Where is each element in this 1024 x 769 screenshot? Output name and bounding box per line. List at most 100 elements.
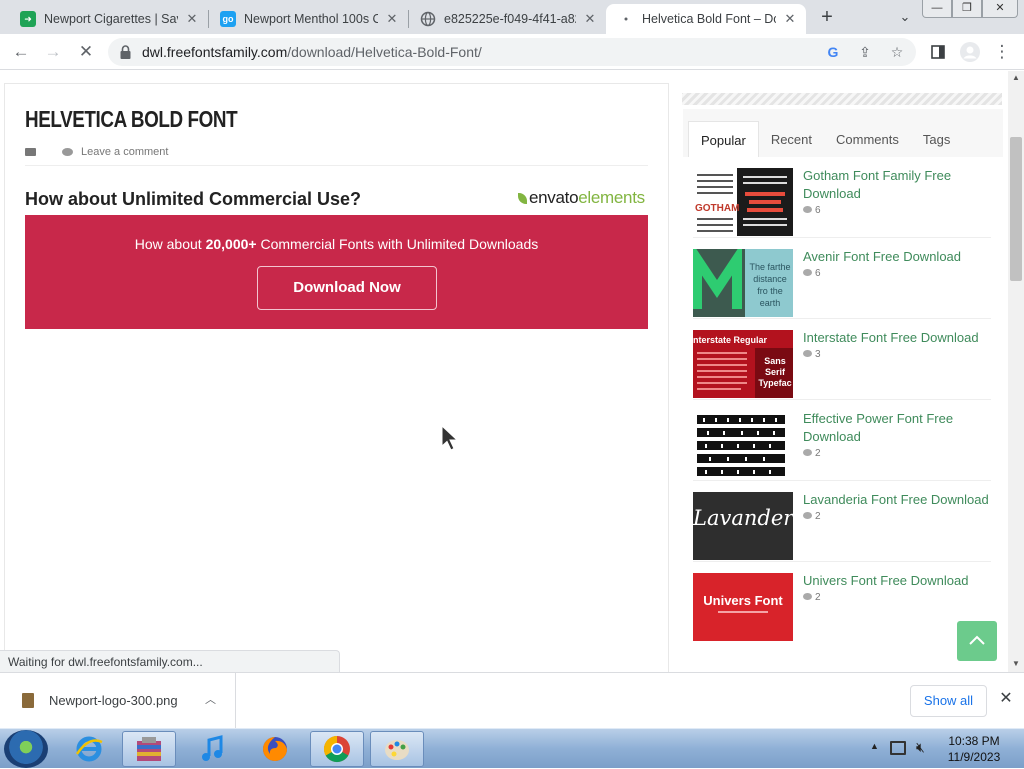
chrome-taskbar-icon[interactable]: [310, 731, 364, 767]
scroll-up-arrow-icon[interactable]: ▲: [1008, 71, 1024, 85]
volume-muted-icon[interactable]: 🔇︎: [916, 739, 925, 756]
chrome-menu-icon[interactable]: ⋮: [990, 40, 1014, 64]
lavanderia-thumb-text: Lavanderia: [693, 506, 793, 530]
restore-button[interactable]: ❐: [952, 0, 982, 18]
tab-popular[interactable]: Popular: [688, 121, 759, 157]
list-item[interactable]: Effective Power Font Free Download 2: [693, 400, 991, 481]
download-item[interactable]: Newport-logo-300.png ︿: [0, 673, 236, 729]
mouse-cursor-icon: [441, 425, 459, 451]
interstate-thumbnail[interactable]: nterstate Regular Sans Serif Typefac: [693, 330, 793, 398]
tab-recent[interactable]: Recent: [759, 121, 824, 157]
sidebar-tabs: Popular Recent Comments Tags: [688, 121, 962, 157]
page-title: HELVETICA BOLD FONT: [25, 106, 238, 132]
vertical-scrollbar[interactable]: ▲ ▼: [1008, 71, 1024, 672]
profile-avatar-icon[interactable]: [958, 40, 982, 64]
close-icon[interactable]: ✕: [582, 11, 598, 27]
browser-toolbar: ← → ✕ dwl.freefontsfamily.com/download/H…: [0, 34, 1024, 70]
chevron-up-icon: [969, 635, 985, 645]
scroll-to-top-button[interactable]: [957, 621, 997, 661]
post-link[interactable]: Effective Power Font Free Download: [803, 410, 993, 446]
download-now-button[interactable]: Download Now: [257, 266, 437, 310]
tab-title: Helvetica Bold Font – Do: [642, 12, 776, 26]
close-icon[interactable]: ✕: [782, 11, 798, 27]
stop-loading-button[interactable]: ✕: [74, 40, 98, 64]
forward-button[interactable]: →: [41, 40, 65, 64]
list-item[interactable]: GOTHAM Gotham Font Family Free Download …: [693, 157, 991, 238]
close-icon[interactable]: ✕: [996, 689, 1016, 709]
banner-count: 20,000+: [205, 236, 257, 252]
show-all-button[interactable]: Show all: [910, 685, 987, 717]
close-icon[interactable]: ✕: [184, 11, 200, 27]
scroll-down-arrow-icon[interactable]: ▼: [1008, 657, 1024, 671]
tab-comments[interactable]: Comments: [824, 121, 911, 157]
side-panel-icon[interactable]: [926, 40, 950, 64]
list-item[interactable]: The farthe distance fro the earth Avenir…: [693, 238, 991, 319]
univers-thumbnail[interactable]: Univers Font: [693, 573, 793, 641]
windows-taskbar: ▲ 🔇︎ 10:38 PM 11/9/2023: [0, 728, 1024, 768]
download-filename: Newport-logo-300.png: [49, 693, 178, 708]
tab-helvetica-bold[interactable]: Helvetica Bold Font – Do ✕: [606, 4, 806, 34]
lavanderia-thumbnail[interactable]: Lavanderia: [693, 492, 793, 560]
comment-count-value: 2: [815, 511, 821, 522]
close-icon[interactable]: ✕: [384, 11, 400, 27]
envato-elements-logo[interactable]: envatoelements: [518, 188, 645, 208]
promo-banner[interactable]: How about 20,000+ Commercial Fonts with …: [25, 215, 648, 329]
url-text[interactable]: dwl.freefontsfamily.com/download/Helveti…: [142, 44, 482, 60]
address-bar[interactable]: dwl.freefontsfamily.com/download/Helveti…: [108, 38, 916, 66]
start-button[interactable]: [4, 730, 48, 768]
gotham-thumb-text: GOTHAM: [695, 203, 739, 214]
internet-explorer-icon[interactable]: [62, 731, 116, 767]
tab-search-chevron-icon[interactable]: ⌄: [894, 6, 916, 28]
google-translate-icon[interactable]: G: [824, 43, 842, 61]
effective-power-thumbnail[interactable]: [693, 411, 793, 479]
firefox-icon[interactable]: [248, 731, 302, 767]
back-button[interactable]: ←: [9, 40, 33, 64]
bookmark-star-icon[interactable]: ☆: [888, 43, 906, 61]
avenir-thumbnail[interactable]: The farthe distance fro the earth: [693, 249, 793, 317]
envato-suffix: elements: [578, 188, 645, 207]
window-controls: — ❐ ✕: [922, 0, 1018, 18]
tab-tags[interactable]: Tags: [911, 121, 962, 157]
itunes-icon[interactable]: [186, 731, 240, 767]
avenir-thumb-text: The farthe distance fro the earth: [749, 262, 791, 308]
list-item[interactable]: nterstate Regular Sans Serif Typefac Int…: [693, 319, 991, 400]
article-card: [4, 83, 669, 672]
tray-expand-icon[interactable]: ▲: [870, 741, 879, 751]
archive-app-icon[interactable]: [122, 731, 176, 767]
leave-comment-link[interactable]: Leave a comment: [81, 146, 168, 158]
url-path: /download/Helvetica-Bold-Font/: [287, 44, 482, 60]
go-favicon-icon: go: [220, 11, 236, 27]
lock-icon[interactable]: [120, 45, 131, 59]
new-tab-button[interactable]: +: [814, 6, 840, 28]
share-icon[interactable]: ⇪: [856, 43, 874, 61]
window-close-button[interactable]: ✕: [982, 0, 1018, 18]
tab-uuid[interactable]: e825225e-f049-4f41-a82 ✕: [408, 4, 606, 34]
post-link[interactable]: Interstate Font Free Download: [803, 329, 993, 347]
list-item[interactable]: Lavanderia Lavanderia Font Free Download…: [693, 481, 991, 562]
post-link[interactable]: Avenir Font Free Download: [803, 248, 993, 266]
tab-newport-cigarettes[interactable]: ➜ Newport Cigarettes | Save ✕: [8, 4, 208, 34]
post-link[interactable]: Univers Font Free Download: [803, 572, 993, 590]
download-shelf: Newport-logo-300.png ︿ Show all ✕: [0, 672, 1024, 729]
chevron-up-icon[interactable]: ︿: [205, 691, 216, 707]
comment-bubble-icon: [803, 269, 812, 276]
url-host: dwl.freefontsfamily.com: [142, 44, 288, 60]
comment-count-value: 3: [815, 349, 821, 360]
list-item[interactable]: Univers Font Univers Font Free Download …: [693, 562, 991, 643]
system-clock[interactable]: 10:38 PM 11/9/2023: [934, 733, 1014, 765]
post-link[interactable]: Gotham Font Family Free Download: [803, 167, 993, 203]
univers-thumb-text: Univers Font: [703, 593, 783, 608]
network-icon[interactable]: [890, 741, 906, 755]
sidebar-stripe: [682, 93, 1002, 105]
post-meta: Leave a comment: [25, 146, 168, 158]
comment-icon: [62, 148, 73, 156]
gotham-thumbnail[interactable]: GOTHAM: [693, 168, 793, 236]
paint-app-icon[interactable]: [370, 731, 424, 767]
newport-favicon-icon: ➜: [20, 11, 36, 27]
minimize-button[interactable]: —: [922, 0, 952, 18]
scrollbar-thumb[interactable]: [1010, 137, 1022, 281]
comment-count-value: 6: [815, 268, 821, 279]
post-link[interactable]: Lavanderia Font Free Download: [803, 491, 993, 509]
tab-newport-menthol[interactable]: go Newport Menthol 100s C ✕: [208, 4, 408, 34]
banner-pre: How about: [134, 236, 206, 252]
